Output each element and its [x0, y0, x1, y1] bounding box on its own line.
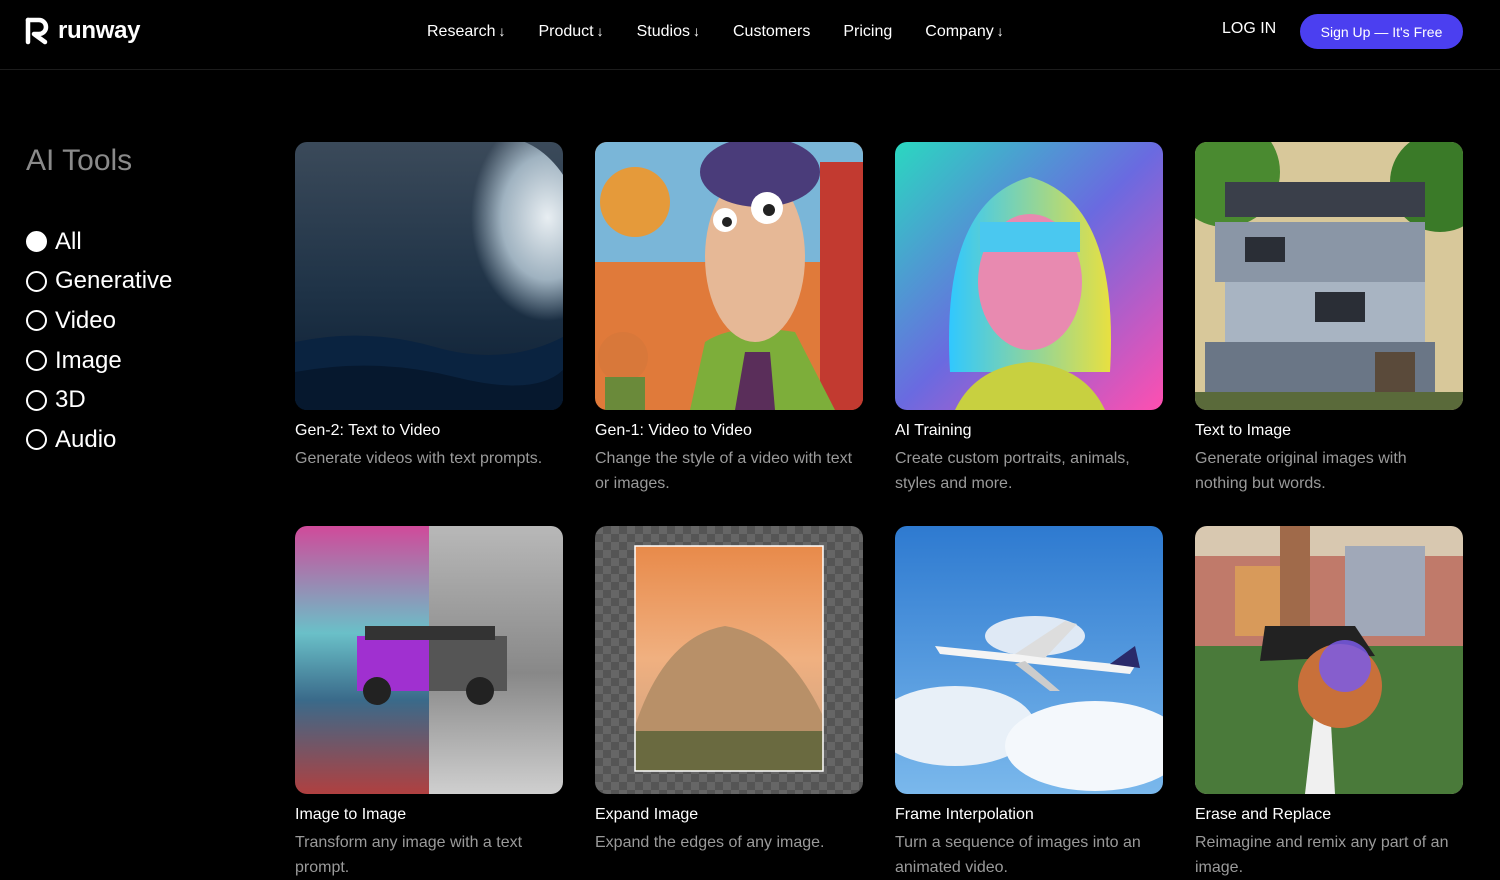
arrow-down-icon: ↓ [596, 23, 604, 39]
menu-product[interactable]: Product ↓ [538, 23, 603, 41]
filter-generative[interactable]: Generative [26, 262, 172, 302]
tool-card-ai-training[interactable]: AI Training Create custom portraits, ani… [895, 142, 1163, 496]
menu-label: Product [538, 23, 594, 40]
tool-card-text-to-image[interactable]: Text to Image Generate original images w… [1195, 142, 1463, 496]
runway-logo[interactable]: runway [25, 17, 141, 45]
filter-image[interactable]: Image [26, 341, 172, 381]
filter-audio[interactable]: Audio [26, 420, 172, 460]
tool-description: Transform any image with a text prompt. [295, 834, 523, 876]
main-menu: Research ↓ Product ↓ Studios ↓ Customers Pr… [427, 20, 1037, 44]
tool-title: AI Training [895, 422, 972, 439]
tool-description: Turn a sequence of images into an animat… [895, 834, 1141, 876]
filter-label: All [55, 227, 82, 255]
tool-card-frame-interpolation[interactable]: Frame Interpolation Turn a sequence of i… [895, 526, 1163, 880]
menu-customers[interactable]: Customers [733, 23, 810, 41]
filter-all[interactable]: All [26, 222, 172, 262]
tool-title: Image to Image [295, 806, 407, 823]
clay-character-thumbnail[interactable] [595, 142, 863, 410]
filter-label: Generative [55, 267, 173, 295]
menu-label: Pricing [843, 23, 893, 40]
tool-description: Generate original images with nothing bu… [1195, 450, 1407, 492]
filter-label: Video [55, 306, 116, 334]
tool-title: Frame Interpolation [895, 806, 1034, 823]
modern-house-thumbnail[interactable] [1195, 142, 1463, 410]
filter-label: Image [55, 346, 122, 374]
radio-selected-icon[interactable] [26, 231, 47, 253]
radio-icon[interactable] [26, 429, 47, 451]
tool-card-expand-image[interactable]: Expand Image Expand the edges of any ima… [595, 526, 863, 855]
tool-title: Erase and Replace [1195, 806, 1332, 823]
signup-button[interactable]: Sign Up — It's Free [1300, 14, 1463, 49]
tool-card-gen2[interactable]: Gen-2: Text to Video Generate videos wit… [295, 142, 563, 471]
radio-icon[interactable] [26, 270, 47, 292]
menu-label: Customers [733, 23, 811, 40]
filter-label: Audio [55, 425, 117, 453]
page-title: AI Tools [26, 144, 133, 177]
tool-description: Reimagine and remix any part of an image… [1195, 834, 1449, 876]
category-filters: All Generative Video Image 3D Audio [26, 222, 172, 460]
jeep-thumbnail[interactable] [295, 526, 563, 794]
soccer-ball-thumbnail[interactable] [1195, 526, 1463, 794]
menu-label: Studios [636, 23, 690, 40]
menu-research[interactable]: Research ↓ [427, 23, 505, 41]
desert-rock-thumbnail[interactable] [595, 526, 863, 794]
tool-description: Generate videos with text prompts. [295, 450, 543, 467]
tool-card-gen1[interactable]: Gen-1: Video to Video Change the style o… [595, 142, 863, 496]
tool-title: Gen-2: Text to Video [295, 422, 441, 439]
tool-description: Create custom portraits, animals, styles… [895, 450, 1130, 492]
ocean-wave-thumbnail[interactable] [295, 142, 563, 410]
radio-icon[interactable] [26, 350, 47, 372]
radio-icon[interactable] [26, 389, 47, 411]
arrow-down-icon: ↓ [996, 23, 1004, 39]
menu-company[interactable]: Company ↓ [925, 23, 1003, 41]
menu-label: Research [427, 23, 496, 40]
tool-title: Text to Image [1195, 422, 1292, 439]
tool-title: Expand Image [595, 806, 699, 823]
login-link[interactable]: LOG IN [1222, 20, 1276, 38]
airplane-thumbnail[interactable] [895, 526, 1163, 794]
arrow-down-icon: ↓ [693, 23, 700, 39]
tool-card-erase-replace[interactable]: Erase and Replace Reimagine and remix an… [1195, 526, 1463, 880]
radio-icon[interactable] [26, 310, 47, 332]
filter-label: 3D [55, 386, 86, 414]
menu-studios[interactable]: Studios ↓ [637, 23, 700, 41]
filter-video[interactable]: Video [26, 301, 172, 341]
tool-card-image-to-image[interactable]: Image to Image Transform any image with … [295, 526, 563, 880]
arrow-down-icon: ↓ [498, 23, 506, 39]
menu-pricing[interactable]: Pricing [843, 23, 892, 41]
tool-description: Expand the edges of any image. [595, 834, 825, 851]
tool-title: Gen-1: Video to Video [595, 422, 752, 439]
top-nav: runway Research ↓ Product ↓ Studios ↓ Custo… [0, 0, 1500, 70]
portrait-thumbnail[interactable] [895, 142, 1163, 410]
runway-logo-icon [25, 17, 49, 45]
logo-text: runway [58, 17, 141, 44]
menu-label: Company [925, 23, 994, 40]
filter-3d[interactable]: 3D [26, 380, 172, 420]
tool-description: Change the style of a video with text or… [595, 450, 853, 492]
